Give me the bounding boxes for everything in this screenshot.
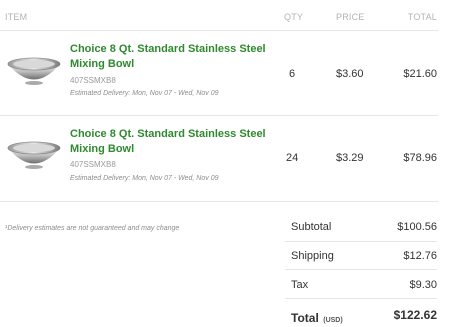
item-price: $3.29: [336, 152, 364, 164]
delivery-disclaimer: ¹Delivery estimates are not guaranteed a…: [5, 225, 180, 232]
header-divider: [0, 30, 438, 31]
item-price: $3.60: [336, 68, 364, 80]
shipping-label: Shipping: [291, 250, 334, 262]
column-header-qty: QTY: [284, 12, 304, 22]
tax-value: $9.30: [409, 279, 437, 291]
tax-label: Tax: [291, 279, 309, 291]
mixing-bowl-icon[interactable]: [6, 139, 62, 171]
shipping-value: $12.76: [403, 250, 437, 262]
subtotal-value: $100.56: [397, 221, 437, 233]
summary-divider: [285, 298, 437, 299]
product-title-link[interactable]: Choice 8 Qt. Standard Stainless Steel Mi…: [70, 42, 275, 72]
product-title-link[interactable]: Choice 8 Qt. Standard Stainless Steel Mi…: [70, 127, 275, 157]
summary-divider: [285, 241, 437, 242]
total-label: Total: [291, 311, 319, 325]
estimated-delivery: Estimated Delivery: Mon, Nov 07 - Wed, N…: [70, 90, 219, 97]
row-divider: [0, 201, 438, 202]
row-divider: [0, 115, 438, 116]
item-total: $78.96: [403, 152, 437, 164]
order-total-value: $122.62: [393, 308, 437, 322]
product-title-line[interactable]: Mixing Bowl: [70, 57, 275, 72]
subtotal-label: Subtotal: [291, 221, 332, 233]
column-header-item: ITEM: [5, 12, 28, 22]
product-title-line[interactable]: Choice 8 Qt. Standard Stainless Steel: [70, 42, 275, 57]
summary-divider: [285, 269, 437, 270]
column-header-price: PRICE: [336, 12, 365, 22]
product-title-line[interactable]: Mixing Bowl: [70, 142, 275, 157]
total-currency: (USD): [323, 317, 343, 324]
product-sku: 407SSMXB8: [70, 76, 116, 85]
product-sku: 407SSMXB8: [70, 160, 116, 169]
estimated-delivery: Estimated Delivery: Mon, Nov 07 - Wed, N…: [70, 175, 219, 182]
product-title-line[interactable]: Choice 8 Qt. Standard Stainless Steel: [70, 127, 275, 142]
item-total: $21.60: [403, 68, 437, 80]
order-total-label-group: Total (USD): [291, 309, 343, 327]
mixing-bowl-icon[interactable]: [6, 55, 62, 87]
item-qty: 24: [286, 152, 299, 164]
item-qty: 6: [289, 68, 296, 80]
column-header-total: TOTAL: [407, 12, 437, 22]
